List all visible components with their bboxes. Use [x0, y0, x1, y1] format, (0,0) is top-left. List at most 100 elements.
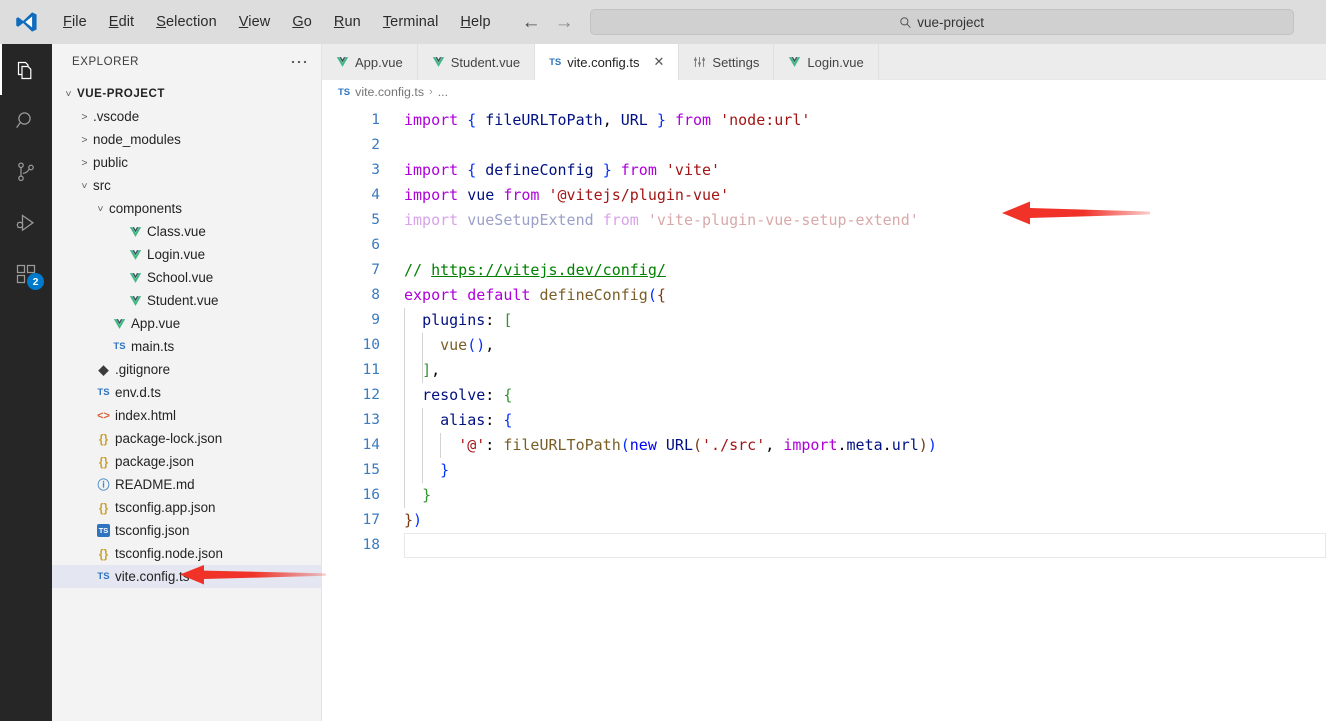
- vue-icon: [789, 57, 801, 67]
- activity-item-explorer[interactable]: [0, 44, 52, 95]
- tree-item-label: School.vue: [147, 270, 214, 285]
- tree-item--vscode[interactable]: ˃ .vscode: [52, 105, 321, 128]
- activity-item-search[interactable]: [0, 95, 52, 146]
- chevron-down-icon[interactable]: ˅: [60, 88, 77, 100]
- code-line-text: }: [422, 486, 432, 504]
- code-line[interactable]: 7 // https://vitejs.dev/config/: [322, 258, 1326, 283]
- editor-tab-login-vue[interactable]: Login.vue: [774, 44, 879, 80]
- code-line[interactable]: 13 alias: {: [322, 408, 1326, 433]
- code-line-text: '@': fileURLToPath(new URL('./src', impo…: [458, 436, 937, 454]
- close-icon[interactable]: ✕: [654, 54, 665, 70]
- code-line[interactable]: 15 }: [322, 458, 1326, 483]
- title-bar: File Edit Selection View Go Run Terminal…: [0, 0, 1326, 44]
- code-line[interactable]: 8 export default defineConfig({: [322, 283, 1326, 308]
- tree-item-package-json[interactable]: ˃ {} package.json: [52, 450, 321, 473]
- editor-tab-settings[interactable]: Settings: [679, 44, 775, 80]
- chevron-down-icon[interactable]: ˅: [76, 180, 93, 192]
- code-line[interactable]: 11 ],: [322, 358, 1326, 383]
- tree-item-tsconfig-json[interactable]: ˃ TS tsconfig.json: [52, 519, 321, 542]
- tree-item-login-vue[interactable]: ˃ Login.vue: [52, 243, 321, 266]
- tree-item-label: tsconfig.json: [115, 523, 190, 538]
- editor-tab-label: Student.vue: [450, 54, 521, 70]
- line-number: 13: [362, 412, 380, 428]
- settings-icon: [694, 57, 706, 67]
- code-line[interactable]: 4 import vue from '@vitejs/plugin-vue': [322, 183, 1326, 208]
- chevron-spacer: ˃: [76, 433, 93, 445]
- editor-tab-app-vue[interactable]: App.vue: [322, 44, 418, 80]
- code-line[interactable]: 3 import { defineConfig } from 'vite': [322, 158, 1326, 183]
- tree-item-app-vue[interactable]: ˃ App.vue: [52, 312, 321, 335]
- editor-tab-student-vue[interactable]: Student.vue: [417, 44, 536, 80]
- tree-item-public[interactable]: ˃ public: [52, 151, 321, 174]
- line-number: 6: [371, 237, 380, 253]
- chevron-right-icon[interactable]: ˃: [76, 134, 93, 146]
- code-line[interactable]: 1 import { fileURLToPath, URL } from 'nod…: [322, 108, 1326, 133]
- tree-item-label: VUE-PROJECT: [77, 87, 165, 100]
- code-line[interactable]: 10 vue(),: [322, 333, 1326, 358]
- tree-item-node-modules[interactable]: ˃ node_modules: [52, 128, 321, 151]
- code-line[interactable]: 6: [322, 233, 1326, 258]
- menu-go[interactable]: Go: [281, 11, 323, 33]
- tree-item-vite-config-ts[interactable]: ˃ TS vite.config.ts: [52, 565, 321, 588]
- line-number: 17: [362, 512, 380, 528]
- tree-item-package-lock-json[interactable]: ˃ {} package-lock.json: [52, 427, 321, 450]
- code-editor[interactable]: 1 import { fileURLToPath, URL } from 'nod…: [322, 104, 1326, 558]
- menu-edit[interactable]: Edit: [98, 11, 145, 33]
- code-line[interactable]: 18: [322, 533, 1326, 558]
- tree-item-tsconfig-node-json[interactable]: ˃ {} tsconfig.node.json: [52, 542, 321, 565]
- activity-item-run-and-debug[interactable]: [0, 197, 52, 248]
- tree-item-main-ts[interactable]: ˃ TS main.ts: [52, 335, 321, 358]
- vue-icon: [129, 249, 142, 260]
- code-line[interactable]: 17}): [322, 508, 1326, 533]
- code-line[interactable]: 12 resolve: {: [322, 383, 1326, 408]
- menu-file[interactable]: File: [52, 11, 98, 33]
- menu-view[interactable]: View: [228, 11, 282, 33]
- menu-run[interactable]: Run: [323, 11, 372, 33]
- editor-tab-vite-config-ts[interactable]: TS vite.config.ts ✕: [535, 44, 680, 80]
- line-number: 18: [362, 537, 380, 553]
- code-line[interactable]: 14 '@': fileURLToPath(new URL('./src', i…: [322, 433, 1326, 458]
- line-number: 4: [371, 187, 380, 203]
- tree-item-vue-project[interactable]: ˅ VUE-PROJECT: [52, 82, 321, 105]
- tree-item-label: components: [109, 201, 182, 216]
- code-line[interactable]: 2: [322, 133, 1326, 158]
- line-number: 8: [371, 287, 380, 303]
- quick-search-input[interactable]: vue-project: [589, 9, 1294, 35]
- line-number: 10: [362, 337, 380, 353]
- editor-tab-label: App.vue: [355, 54, 403, 70]
- code-line-text: import vue from '@vitejs/plugin-vue': [404, 186, 730, 204]
- tree-item-school-vue[interactable]: ˃ School.vue: [52, 266, 321, 289]
- arrow-right-icon[interactable]: →: [555, 13, 574, 32]
- chevron-spacer: ˃: [76, 456, 93, 468]
- line-number: 11: [362, 362, 380, 378]
- tree-item-student-vue[interactable]: ˃ Student.vue: [52, 289, 321, 312]
- menu-help[interactable]: Help: [449, 11, 501, 33]
- tree-item-tsconfig-app-json[interactable]: ˃ {} tsconfig.app.json: [52, 496, 321, 519]
- code-line-text: plugins: [: [422, 311, 513, 329]
- menu-selection[interactable]: Selection: [145, 11, 228, 33]
- ellipsis-icon[interactable]: [291, 59, 307, 65]
- breadcrumb-more[interactable]: ...: [438, 85, 448, 99]
- tree-item-readme-md[interactable]: ˃ ⓘ README.md: [52, 473, 321, 496]
- chevron-spacer: ˃: [92, 318, 109, 330]
- tree-item-components[interactable]: ˅ components: [52, 197, 321, 220]
- tsconfig-icon: TS: [97, 524, 110, 537]
- tree-item-src[interactable]: ˅ src: [52, 174, 321, 197]
- code-line[interactable]: 16 }: [322, 483, 1326, 508]
- tree-item-index-html[interactable]: ˃ <> index.html: [52, 404, 321, 427]
- menu-terminal[interactable]: Terminal: [372, 11, 450, 33]
- activity-item-source-control[interactable]: [0, 146, 52, 197]
- activity-item-extensions[interactable]: 2: [0, 248, 52, 299]
- tree-item-env-d-ts[interactable]: ˃ TS env.d.ts: [52, 381, 321, 404]
- code-line-text: // https://vitejs.dev/config/: [404, 261, 666, 279]
- chevron-down-icon[interactable]: ˅: [92, 203, 109, 215]
- code-line[interactable]: 5 import vueSetupExtend from 'vite-plugin…: [322, 208, 1326, 233]
- tree-item-label: tsconfig.node.json: [115, 546, 223, 561]
- chevron-right-icon[interactable]: ˃: [76, 157, 93, 169]
- tree-item--gitignore[interactable]: ˃ ◆ .gitignore: [52, 358, 321, 381]
- tree-item-class-vue[interactable]: ˃ Class.vue: [52, 220, 321, 243]
- arrow-left-icon[interactable]: ←: [522, 13, 541, 32]
- chevron-right-icon[interactable]: ˃: [76, 111, 93, 123]
- code-line[interactable]: 9 plugins: [: [322, 308, 1326, 333]
- breadcrumb-file[interactable]: vite.config.ts: [355, 85, 424, 99]
